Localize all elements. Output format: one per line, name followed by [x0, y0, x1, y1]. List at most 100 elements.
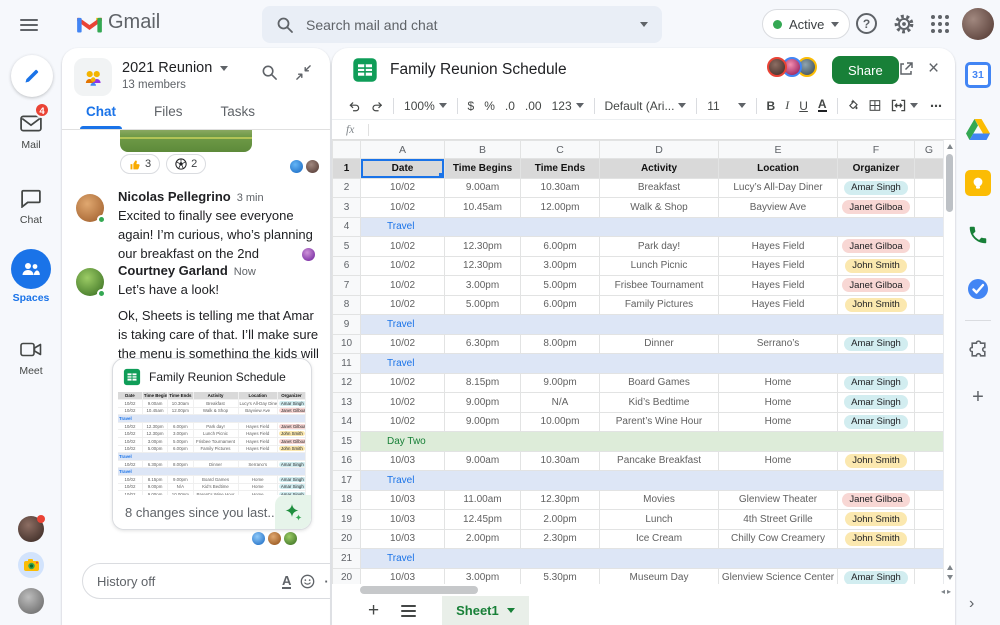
cell[interactable] [914, 489, 943, 510]
cell[interactable] [914, 392, 943, 413]
cell[interactable]: 12.30pm [444, 255, 521, 276]
cell[interactable]: Travel [360, 470, 943, 491]
tab-chat[interactable]: Chat [80, 104, 122, 129]
cell[interactable]: 10/02 [360, 372, 445, 393]
thumbs-up-reaction[interactable]: 3 [120, 154, 161, 174]
cell[interactable]: John Smith [837, 528, 915, 549]
column-header[interactable]: D [599, 140, 719, 159]
cell[interactable]: 11.00am [444, 489, 521, 510]
cell[interactable]: Travel [360, 314, 943, 335]
increase-decimal-button[interactable]: .00 [525, 99, 542, 113]
cell[interactable]: Walk & Shop [599, 197, 719, 218]
row-header[interactable]: 1 [332, 158, 361, 179]
cell[interactable]: Home [718, 411, 838, 432]
emoji-icon[interactable] [300, 574, 315, 589]
row-header[interactable]: 9 [332, 314, 361, 335]
cell[interactable]: Activity [599, 158, 719, 179]
cell[interactable]: 10/02 [360, 197, 445, 218]
google-apps-grid-icon[interactable] [931, 15, 949, 33]
message-input[interactable] [97, 573, 273, 589]
avatar-nicolas[interactable] [76, 194, 106, 224]
horizontal-scrollbar[interactable] [360, 586, 930, 594]
cell[interactable]: Amar Singh [837, 333, 915, 354]
search-options-caret-icon[interactable] [640, 22, 648, 27]
cell[interactable]: John Smith [837, 509, 915, 530]
cell[interactable]: 10/02 [360, 294, 445, 315]
cell[interactable]: Museum Day [599, 567, 719, 584]
sidebar-item-spaces[interactable]: Spaces [0, 249, 62, 304]
cell[interactable]: 10/03 [360, 509, 445, 530]
cell[interactable]: Park day! [599, 236, 719, 257]
cell[interactable]: 10.00pm [520, 411, 600, 432]
drive-icon[interactable] [965, 116, 991, 142]
cell[interactable]: N/A [520, 392, 600, 413]
row-header[interactable]: 15 [332, 431, 361, 452]
cell[interactable]: 10/03 [360, 567, 445, 584]
space-name[interactable]: 2021 Reunion [122, 60, 229, 76]
italic-button[interactable]: I [785, 98, 789, 113]
open-in-new-icon[interactable] [898, 61, 914, 77]
vertical-scrollbar[interactable] [943, 140, 955, 584]
more-options-icon[interactable]: ··· [324, 574, 330, 589]
cell[interactable]: Chilly Cow Creamery [718, 528, 838, 549]
cell[interactable]: 10.45am [444, 197, 521, 218]
cell[interactable]: Ice Cream [599, 528, 719, 549]
cell[interactable]: Amar Singh [837, 177, 915, 198]
cell[interactable]: 3.00pm [444, 567, 521, 584]
cell[interactable]: 10/02 [360, 411, 445, 432]
chat-search-icon[interactable] [261, 64, 278, 81]
cell[interactable]: 2.30pm [520, 528, 600, 549]
row-header[interactable]: 17 [332, 470, 361, 491]
row-header[interactable]: 16 [332, 450, 361, 471]
cell[interactable]: Travel [360, 216, 943, 237]
cell[interactable] [914, 197, 943, 218]
cell[interactable]: 9.00pm [444, 411, 521, 432]
cell[interactable]: Home [718, 392, 838, 413]
cell[interactable]: Amar Singh [837, 392, 915, 413]
merge-cells-button[interactable] [891, 99, 919, 112]
row-header[interactable]: 4 [332, 216, 361, 237]
cell[interactable]: 10.30am [520, 450, 600, 471]
cell[interactable] [914, 255, 943, 276]
cell[interactable]: Date [360, 158, 445, 179]
row-header[interactable]: 20 [332, 567, 361, 584]
cell[interactable] [914, 333, 943, 354]
cell[interactable]: John Smith [837, 255, 915, 276]
undo-icon[interactable] [348, 99, 361, 113]
cell[interactable] [914, 236, 943, 257]
space-avatar[interactable] [74, 58, 112, 96]
cell[interactable] [914, 528, 943, 549]
add-sheet-button[interactable]: + [368, 601, 379, 620]
fill-color-icon[interactable] [847, 98, 859, 113]
document-title[interactable]: Family Reunion Schedule [390, 61, 567, 79]
cell[interactable]: 4th Street Grille [718, 509, 838, 530]
cell[interactable]: Dinner [599, 333, 719, 354]
cell[interactable]: 12.30pm [520, 489, 600, 510]
cell[interactable] [914, 275, 943, 296]
search-bar[interactable] [262, 6, 662, 43]
sidebar-item-chat[interactable]: Chat [0, 185, 62, 226]
cell[interactable] [914, 450, 943, 471]
settings-gear-icon[interactable] [893, 13, 915, 35]
help-button[interactable]: ? [856, 13, 877, 34]
cell[interactable]: 10/02 [360, 333, 445, 354]
column-header[interactable]: E [718, 140, 838, 159]
cell[interactable]: 5.00pm [444, 294, 521, 315]
row-header[interactable]: 8 [332, 294, 361, 315]
collaborator-avatar[interactable] [767, 57, 787, 77]
recent-chat-avatar[interactable] [18, 515, 45, 542]
status-selector[interactable]: Active [762, 9, 851, 39]
cell[interactable]: Family Pictures [599, 294, 719, 315]
cell[interactable]: 6.00pm [520, 294, 600, 315]
cell[interactable]: Breakfast [599, 177, 719, 198]
formula-bar[interactable]: fx [332, 120, 955, 140]
cell[interactable]: Travel [360, 548, 943, 569]
cell[interactable] [914, 294, 943, 315]
font-size-selector[interactable]: 11 [707, 99, 746, 113]
cell[interactable]: Janet Gilboa [837, 275, 915, 296]
vertical-scroll-thumb[interactable] [946, 154, 953, 212]
profile-avatar[interactable] [962, 8, 994, 40]
cell[interactable]: 10/03 [360, 450, 445, 471]
column-header[interactable]: B [444, 140, 521, 159]
row-header[interactable]: 14 [332, 411, 361, 432]
